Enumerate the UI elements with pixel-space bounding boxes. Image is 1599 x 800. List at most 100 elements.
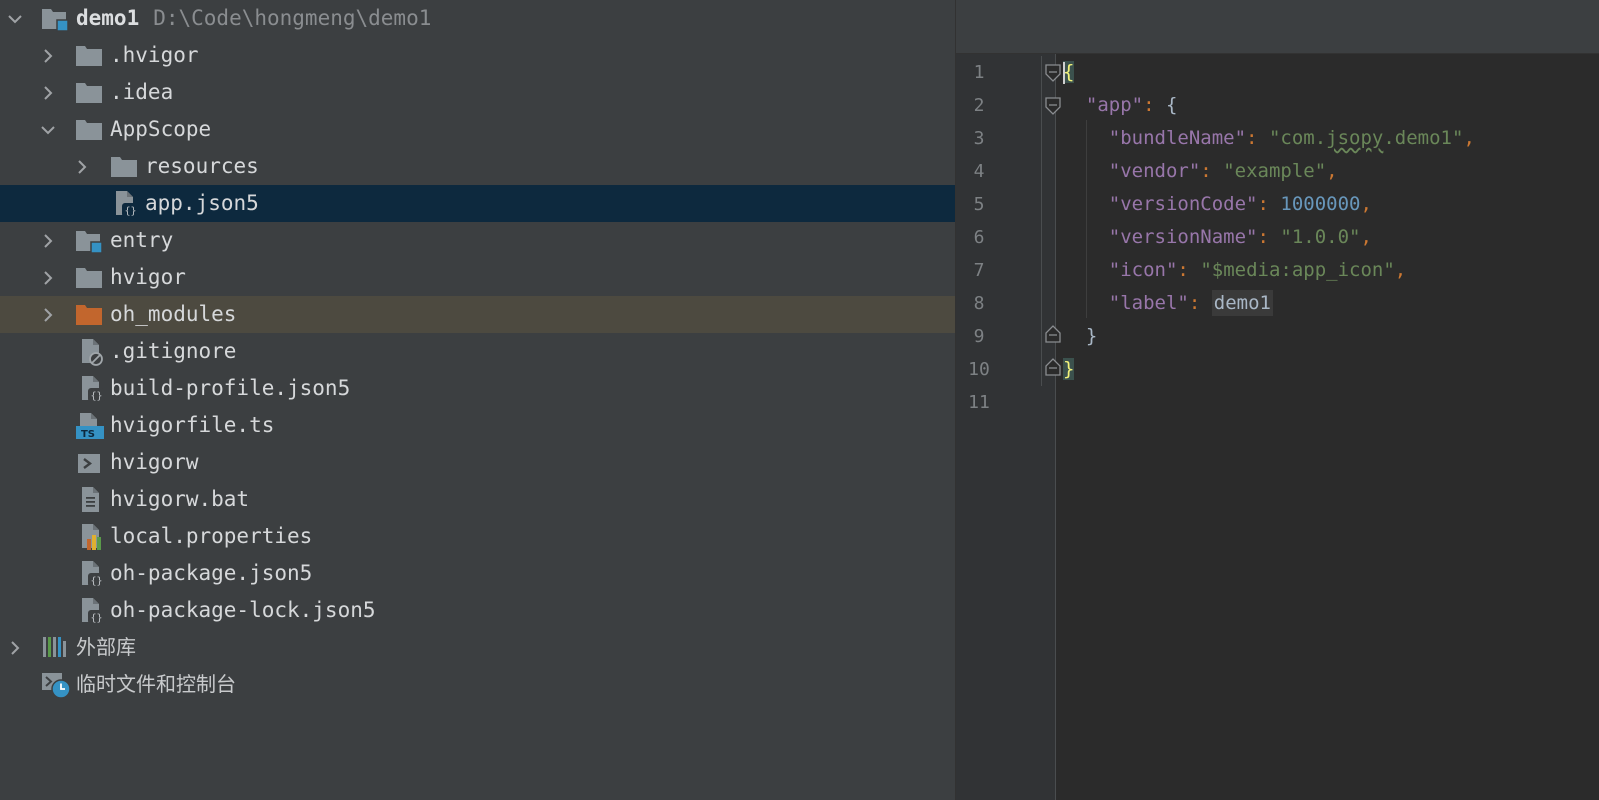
- folder-icon: [109, 153, 139, 181]
- folder-icon: [74, 116, 104, 144]
- tree-item-oh-package-lock[interactable]: {} oh-package-lock.json5: [0, 592, 955, 629]
- tree-item-oh-modules[interactable]: oh_modules: [0, 296, 955, 333]
- tree-item-hvigorfile-ts[interactable]: TS hvigorfile.ts: [0, 407, 955, 444]
- chevron-down-icon[interactable]: [4, 0, 26, 37]
- tree-item-label: hvigorw.bat: [110, 487, 250, 511]
- tree-item-label: .idea: [110, 80, 174, 104]
- tree-item-appscope[interactable]: AppScope: [0, 111, 955, 148]
- code-editor[interactable]: 1 2 3 4 5 6 7 8 9 10 11: [955, 0, 1599, 800]
- tree-item-label: hvigorfile.ts: [110, 413, 275, 437]
- svg-text:{}: {}: [90, 391, 102, 402]
- tree-item-label: 外部库: [76, 635, 136, 659]
- tree-item-label: AppScope: [110, 117, 212, 141]
- shell-script-icon: [77, 449, 107, 477]
- tree-item-build-profile[interactable]: {} build-profile.json5: [0, 370, 955, 407]
- typescript-file-icon: TS: [76, 412, 106, 440]
- code-line-2: "app": {: [1085, 94, 1178, 116]
- project-tree-panel: demo1 D:\Code\hongmeng\demo1 .hvigor .ide…: [0, 0, 955, 800]
- json5-file-icon: {}: [112, 190, 142, 218]
- svg-text:{}: {}: [90, 613, 102, 624]
- fold-close-icon[interactable]: [1045, 325, 1061, 343]
- code-line-9: }: [1085, 325, 1098, 347]
- tree-item-hvigor[interactable]: hvigor: [0, 259, 955, 296]
- line-number: 8: [973, 293, 985, 314]
- line-number: 4: [973, 161, 985, 182]
- chevron-down-icon[interactable]: [37, 111, 59, 148]
- tree-item-label: build-profile.json5: [110, 376, 351, 400]
- code-line-3: "bundleName": "com.jsopy.demo1",: [1108, 127, 1475, 149]
- tree-item-label: app.json5: [145, 191, 259, 215]
- tree-item-label: hvigor: [110, 265, 186, 289]
- tree-item-label: local.properties: [110, 524, 313, 548]
- typo-warning[interactable]: jsopy: [1326, 127, 1383, 149]
- tree-item-label: oh-package.json5: [110, 561, 313, 585]
- code-line-7: "icon": "$media:app_icon",: [1108, 259, 1407, 281]
- tree-item-hvigor-dir[interactable]: .hvigor: [0, 37, 955, 74]
- tree-item-label: oh-package-lock.json5: [110, 598, 376, 622]
- root-path: D:\Code\hongmeng\demo1: [153, 6, 432, 30]
- line-number: 2: [973, 95, 985, 116]
- fold-open-icon[interactable]: [1045, 64, 1061, 82]
- line-number: 9: [973, 326, 985, 347]
- line-number: 11: [968, 392, 990, 413]
- libraries-icon: [42, 634, 72, 662]
- chevron-right-icon[interactable]: [37, 37, 59, 74]
- chevron-right-icon[interactable]: [37, 259, 59, 296]
- tree-item-scratches[interactable]: 临时文件和控制台: [0, 666, 955, 703]
- svg-text:{}: {}: [90, 576, 102, 587]
- tree-item-label: resources: [145, 154, 259, 178]
- editor-gutter: 1 2 3 4 5 6 7 8 9 10 11: [956, 54, 1056, 800]
- folder-icon: [74, 42, 104, 70]
- tree-item-label: .hvigor: [110, 43, 199, 67]
- line-number: 6: [973, 227, 985, 248]
- tree-item-hvigorw-bat[interactable]: hvigorw.bat: [0, 481, 955, 518]
- folder-icon: [74, 264, 104, 292]
- tree-item-hvigorw[interactable]: hvigorw: [0, 444, 955, 481]
- chevron-right-icon[interactable]: [37, 222, 59, 259]
- code-line-6: "versionName": "1.0.0",: [1108, 226, 1372, 248]
- module-folder-icon: [74, 227, 104, 255]
- tree-item-label: .gitignore: [110, 339, 237, 363]
- tree-item-app-json5[interactable]: {} app.json5: [0, 185, 955, 222]
- fold-close-icon[interactable]: [1045, 358, 1061, 376]
- code-line-5: "versionCode": 1000000,: [1108, 193, 1372, 215]
- gutter-separator: [1055, 54, 1056, 800]
- chevron-right-icon[interactable]: [37, 296, 59, 333]
- svg-text:{}: {}: [124, 206, 136, 217]
- fold-open-icon[interactable]: [1045, 97, 1061, 115]
- label-value-highlight[interactable]: demo1: [1211, 290, 1273, 316]
- tree-item-idea[interactable]: .idea: [0, 74, 955, 111]
- text-file-icon: [78, 486, 108, 514]
- tree-item-label: oh_modules: [110, 302, 237, 326]
- tree-item-root[interactable]: demo1 D:\Code\hongmeng\demo1: [0, 0, 955, 37]
- text-caret: [1063, 62, 1065, 84]
- tree-item-external-libraries[interactable]: 外部库: [0, 629, 955, 666]
- line-number: 10: [968, 359, 990, 380]
- tree-root-label: demo1 D:\Code\hongmeng\demo1: [76, 6, 432, 30]
- tree-item-resources[interactable]: resources: [0, 148, 955, 185]
- code-line-8: "label": demo1: [1108, 290, 1273, 316]
- json5-file-icon: {}: [78, 597, 108, 625]
- tree-item-local-properties[interactable]: local.properties: [0, 518, 955, 555]
- chevron-right-icon[interactable]: [4, 629, 26, 666]
- line-number: 3: [973, 128, 985, 149]
- chevron-right-icon[interactable]: [71, 148, 93, 185]
- json5-file-icon: {}: [78, 375, 108, 403]
- svg-text:TS: TS: [81, 429, 95, 440]
- chevron-right-icon[interactable]: [37, 74, 59, 111]
- tree-item-gitignore[interactable]: .gitignore: [0, 333, 955, 370]
- excluded-folder-icon: [74, 301, 104, 329]
- tree-item-entry[interactable]: entry: [0, 222, 955, 259]
- line-number: 5: [973, 194, 985, 215]
- properties-file-icon: [78, 523, 108, 551]
- line-number: 7: [973, 260, 985, 281]
- gitignore-file-icon: [78, 338, 108, 366]
- editor-tab-bar: [956, 0, 1599, 54]
- code-line-10: }: [1063, 358, 1075, 380]
- tree-item-label: 临时文件和控制台: [76, 672, 236, 696]
- tree-item-oh-package[interactable]: {} oh-package.json5: [0, 555, 955, 592]
- scratches-icon: [42, 671, 72, 699]
- json5-file-icon: {}: [78, 560, 108, 588]
- module-folder-icon: [40, 5, 70, 33]
- code-line-4: "vendor": "example",: [1108, 160, 1338, 182]
